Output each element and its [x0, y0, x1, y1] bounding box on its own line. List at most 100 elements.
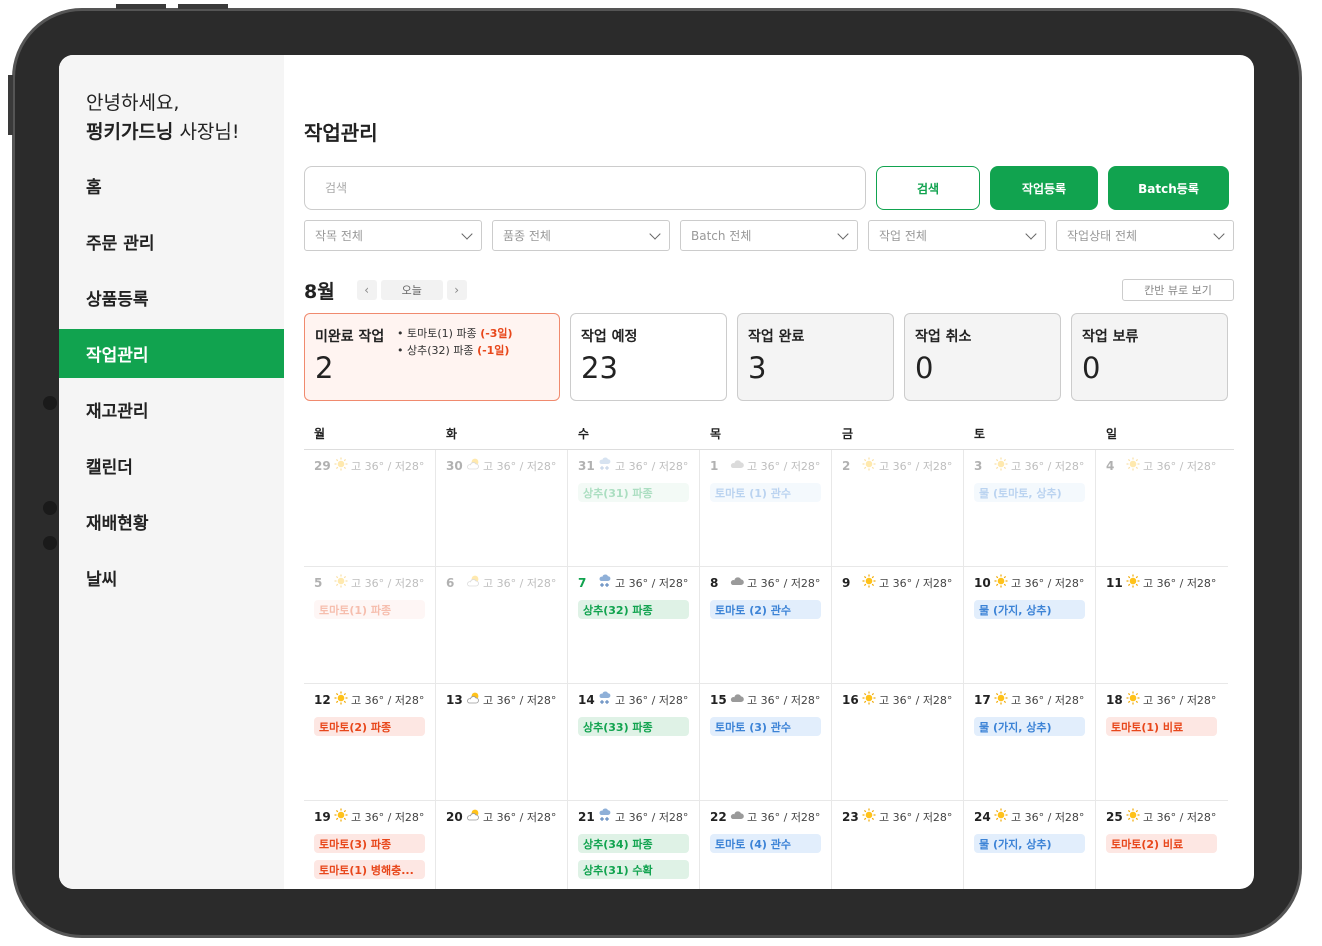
stat-value: 23 [581, 351, 618, 385]
stat-card[interactable]: 작업 보류 0 [1071, 313, 1228, 401]
sidebar-item-6[interactable]: 재배현황 [59, 497, 284, 546]
task-tag[interactable]: 상추(34) 파종 [578, 834, 689, 853]
calendar-day[interactable]: 1 고 36° / 저28° 토마토 (1) 관수 [700, 450, 832, 567]
batch-register-button[interactable]: Batch등록 [1108, 166, 1229, 210]
calendar-day[interactable]: 11 고 36° / 저28° [1096, 567, 1228, 684]
task-tag[interactable]: 토마토 (1) 관수 [710, 483, 821, 502]
calendar-day[interactable]: 6 고 36° / 저28° [436, 567, 568, 684]
calendar-day[interactable]: 19 고 36° / 저28° 토마토(3) 파종 토마토(1) 병해충... [304, 801, 436, 889]
temperature: 고 36° / 저28° [1011, 693, 1085, 707]
day-number: 24 [974, 809, 991, 824]
calendar-day[interactable]: 4 고 36° / 저28° [1096, 450, 1228, 567]
task-tag[interactable]: 상추(32) 파종 [578, 600, 689, 619]
task-tag[interactable]: 상추(33) 파종 [578, 717, 689, 736]
day-number: 14 [578, 692, 595, 707]
task-tag[interactable]: 토마토(1) 병해충... [314, 860, 425, 879]
sidebar-item-0[interactable]: 홈 [59, 161, 284, 210]
sidebar-item-5[interactable]: 캘린더 [59, 441, 284, 490]
calendar-day[interactable]: 3 고 36° / 저28° 물 (토마토, 상추) [964, 450, 1096, 567]
calendar-day[interactable]: 13 고 36° / 저28° [436, 684, 568, 801]
temperature: 고 36° / 저28° [615, 810, 689, 824]
snow-icon [598, 691, 615, 708]
calendar-day[interactable]: 15 고 36° / 저28° 토마토 (3) 관수 [700, 684, 832, 801]
calendar-day[interactable]: 8 고 36° / 저28° 토마토 (2) 관수 [700, 567, 832, 684]
day-header: 25 고 36° / 저28° [1106, 808, 1218, 825]
stat-card[interactable]: 미완료 작업 2 • 토마토(1) 파종 (-3일) • 상추(32) 파종 (-1일… [304, 313, 560, 401]
calendar-day[interactable]: 10 고 36° / 저28° 물 (가지, 상추) [964, 567, 1096, 684]
calendar-day[interactable]: 24 고 36° / 저28° 물 (가지, 상추) [964, 801, 1096, 889]
calendar-day[interactable]: 21 고 36° / 저28° 상추(34) 파종 상추(31) 수확 [568, 801, 700, 889]
calendar-day[interactable]: 17 고 36° / 저28° 물 (가지, 상추) [964, 684, 1096, 801]
day-number: 19 [314, 809, 331, 824]
task-tag[interactable]: 물 (토마토, 상추) [974, 483, 1085, 502]
calendar-week: 5 고 36° / 저28° 토마토(1) 파종 6 고 36° / 저28° 7 고 36… [304, 567, 1234, 684]
day-header: 1 고 36° / 저28° [710, 457, 821, 474]
calendar-day[interactable]: 25 고 36° / 저28° 토마토(2) 비료 [1096, 801, 1228, 889]
task-tag[interactable]: 토마토(1) 비료 [1106, 717, 1217, 736]
calendar-day[interactable]: 16 고 36° / 저28° [832, 684, 964, 801]
task-tag[interactable]: 토마토(2) 파종 [314, 717, 425, 736]
sidebar-item-3[interactable]: 작업관리 [59, 329, 284, 378]
task-tag[interactable]: 토마토(3) 파종 [314, 834, 425, 853]
calendar-day[interactable]: 9 고 36° / 저28° [832, 567, 964, 684]
task-tag[interactable]: 물 (가지, 상추) [974, 834, 1085, 853]
prev-month-button[interactable]: ‹ [356, 280, 377, 300]
search-input[interactable] [304, 166, 866, 210]
temperature: 고 36° / 저28° [879, 810, 953, 824]
stats-row: 미완료 작업 2 • 토마토(1) 파종 (-3일) • 상추(32) 파종 (-1일… [304, 313, 1234, 401]
calendar-day[interactable]: 30 고 36° / 저28° [436, 450, 568, 567]
task-tag[interactable]: 토마토(1) 파종 [314, 600, 425, 619]
today-button[interactable]: 오늘 [380, 280, 443, 300]
calendar-day[interactable]: 5 고 36° / 저28° 토마토(1) 파종 [304, 567, 436, 684]
sidebar-item-1[interactable]: 주문 관리 [59, 217, 284, 266]
task-tag[interactable]: 물 (가지, 상추) [974, 600, 1085, 619]
stat-card[interactable]: 작업 취소 0 [904, 313, 1061, 401]
task-tag[interactable]: 토마토(2) 비료 [1106, 834, 1217, 853]
sun-icon [1126, 808, 1143, 825]
main-content: 작업관리 검색 작업등록 Batch등록 작목 전체품종 전체Batch 전체작… [284, 55, 1254, 889]
task-tag[interactable]: 상추(31) 파종 [578, 483, 689, 502]
calendar-day[interactable]: 7 고 36° / 저28° 상추(32) 파종 [568, 567, 700, 684]
task-tag[interactable]: 토마토 (2) 관수 [710, 600, 821, 619]
calendar-day[interactable]: 14 고 36° / 저28° 상추(33) 파종 [568, 684, 700, 801]
day-number: 3 [974, 458, 983, 473]
day-header: 8 고 36° / 저28° [710, 574, 821, 591]
task-tag[interactable]: 상추(31) 수확 [578, 860, 689, 879]
next-month-button[interactable]: › [446, 280, 467, 300]
sidebar-item-2[interactable]: 상품등록 [59, 273, 284, 322]
calendar-day[interactable]: 12 고 36° / 저28° 토마토(2) 파종 [304, 684, 436, 801]
filter-dropdown[interactable]: 작업 전체 [868, 220, 1046, 251]
calendar-day[interactable]: 23 고 36° / 저28° [832, 801, 964, 889]
register-task-button[interactable]: 작업등록 [990, 166, 1098, 210]
partly-cloudy-icon [466, 691, 483, 708]
task-tag[interactable]: 토마토 (3) 관수 [710, 717, 821, 736]
sun-icon [334, 808, 351, 825]
filter-dropdown[interactable]: Batch 전체 [680, 220, 858, 251]
stat-card[interactable]: 작업 예정 23 [570, 313, 727, 401]
task-tag[interactable]: 토마토 (4) 관수 [710, 834, 821, 853]
sun-icon [334, 574, 351, 591]
filter-dropdown[interactable]: 작업상태 전체 [1056, 220, 1234, 251]
task-tag[interactable]: 물 (가지, 상추) [974, 717, 1085, 736]
day-number: 8 [710, 575, 719, 590]
calendar-day[interactable]: 31 고 36° / 저28° 상추(31) 파종 [568, 450, 700, 567]
calendar-day[interactable]: 20 고 36° / 저28° [436, 801, 568, 889]
calendar-day[interactable]: 18 고 36° / 저28° 토마토(1) 비료 [1096, 684, 1228, 801]
current-month: 8월 [304, 280, 335, 303]
search-button[interactable]: 검색 [876, 166, 980, 210]
filter-dropdown[interactable]: 품종 전체 [492, 220, 670, 251]
filter-dropdown[interactable]: 작목 전체 [304, 220, 482, 251]
day-header: 13 고 36° / 저28° [446, 691, 557, 708]
sidebar-item-4[interactable]: 재고관리 [59, 385, 284, 434]
kanban-view-button[interactable]: 칸반 뷰로 보기 [1122, 279, 1234, 301]
stat-card[interactable]: 작업 완료 3 [737, 313, 894, 401]
calendar-day[interactable]: 2 고 36° / 저28° [832, 450, 964, 567]
snow-icon [598, 457, 615, 474]
calendar-day[interactable]: 29 고 36° / 저28° [304, 450, 436, 567]
day-number: 9 [842, 575, 851, 590]
sun-icon [994, 808, 1011, 825]
sidebar-item-7[interactable]: 날씨 [59, 553, 284, 602]
day-number: 12 [314, 692, 331, 707]
calendar-day[interactable]: 22 고 36° / 저28° 토마토 (4) 관수 [700, 801, 832, 889]
temperature: 고 36° / 저28° [1143, 459, 1217, 473]
